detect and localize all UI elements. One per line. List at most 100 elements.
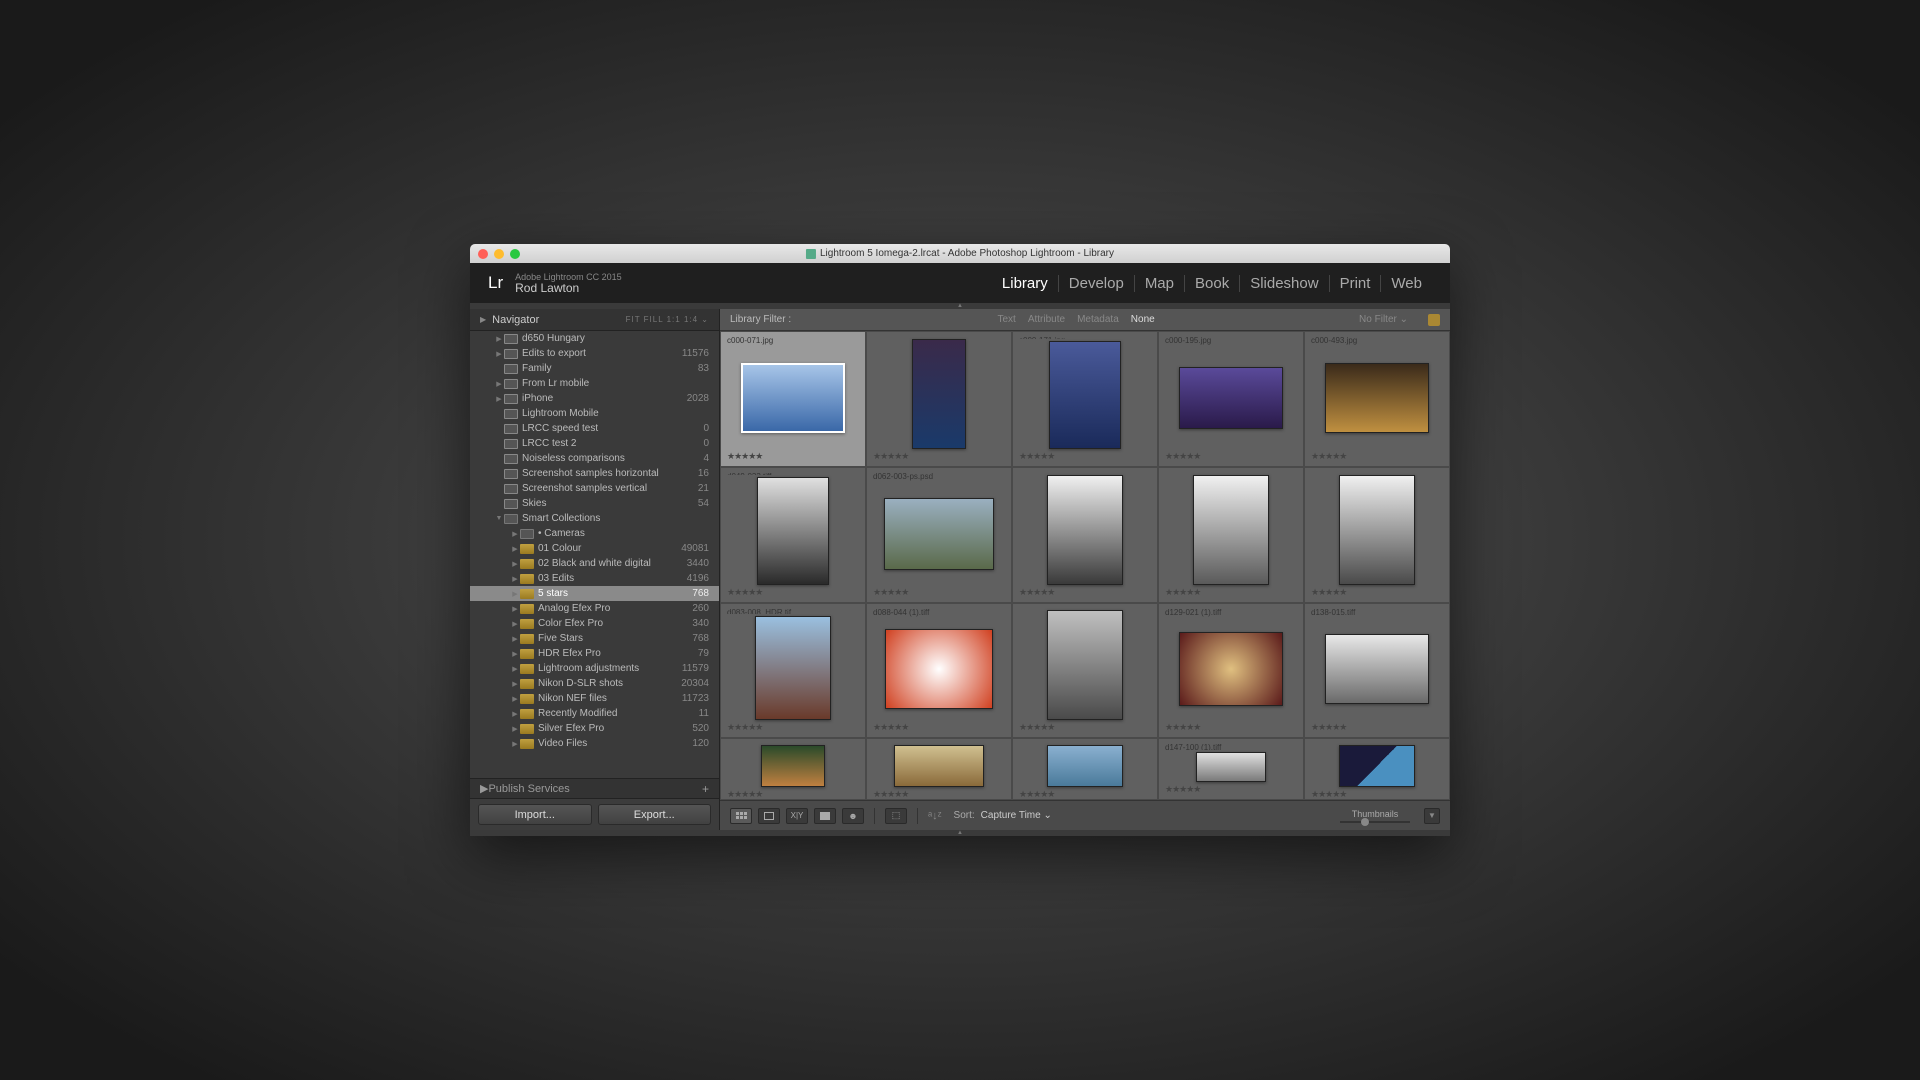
collection-item[interactable]: ▶ Edits to export 11576 xyxy=(470,346,719,361)
people-view-button[interactable]: ☻ xyxy=(842,808,864,824)
loupe-view-button[interactable] xyxy=(758,808,780,824)
thumbnail-cell[interactable]: d088-044 (1).tiff ★★★★★ xyxy=(866,603,1012,739)
painter-tool-button[interactable]: ⬚ xyxy=(885,808,907,824)
filter-metadata[interactable]: Metadata xyxy=(1077,314,1119,325)
collection-item[interactable]: Screenshot samples vertical 21 xyxy=(470,481,719,496)
collection-item[interactable]: ▶ From Lr mobile xyxy=(470,376,719,391)
rating-stars[interactable]: ★★★★★ xyxy=(1165,587,1297,598)
collection-item[interactable]: ▼ Smart Collections xyxy=(470,511,719,526)
rating-stars[interactable]: ★★★★★ xyxy=(1311,451,1443,462)
rating-stars[interactable]: ★★★★★ xyxy=(873,722,1005,733)
filter-attribute[interactable]: Attribute xyxy=(1028,314,1065,325)
collection-item[interactable]: Lightroom Mobile xyxy=(470,406,719,421)
add-publish-service-button[interactable]: + xyxy=(702,782,709,796)
collection-item[interactable]: Noiseless comparisons 4 xyxy=(470,451,719,466)
rating-stars[interactable]: ★★★★★ xyxy=(727,451,859,462)
rating-stars[interactable]: ★★★★★ xyxy=(1165,722,1297,733)
thumbnail-cell[interactable]: d138-015.tiff ★★★★★ xyxy=(1304,603,1450,739)
maximize-window-button[interactable] xyxy=(510,249,520,259)
thumbnail-cell[interactable]: d083-002_HDR.tif ★★★★★ xyxy=(1304,467,1450,603)
filter-preset-dropdown[interactable]: No Filter ⌄ xyxy=(1359,314,1408,325)
module-print[interactable]: Print xyxy=(1329,275,1381,292)
collection-item[interactable]: ▶ 03 Edits 4196 xyxy=(470,571,719,586)
collection-item[interactable]: ▶ Color Efex Pro 340 xyxy=(470,616,719,631)
collection-item[interactable]: ▶ 02 Black and white digital 3440 xyxy=(470,556,719,571)
rating-stars[interactable]: ★★★★★ xyxy=(873,789,1005,800)
collection-item[interactable]: ▶ Video Files 120 xyxy=(470,736,719,751)
collection-item[interactable]: ▶ • Cameras xyxy=(470,526,719,541)
collection-item[interactable]: ▶ Silver Efex Pro 520 xyxy=(470,721,719,736)
thumbnail-cell[interactable]: d146-062.jpg ★★★★★ xyxy=(1012,738,1158,800)
publish-services-header[interactable]: ▶ Publish Services + xyxy=(470,778,719,798)
import-button[interactable]: Import... xyxy=(478,804,592,825)
filter-none[interactable]: None xyxy=(1131,314,1155,325)
close-window-button[interactable] xyxy=(478,249,488,259)
thumbnail-cell[interactable]: d083-008_HDR.tif ★★★★★ xyxy=(720,603,866,739)
compare-view-button[interactable]: X|Y xyxy=(786,808,808,824)
rating-stars[interactable]: ★★★★★ xyxy=(1019,722,1151,733)
thumbnail-cell[interactable]: d147-100 (1).tiff ★★★★★ xyxy=(1158,738,1304,800)
module-develop[interactable]: Develop xyxy=(1058,275,1134,292)
module-web[interactable]: Web xyxy=(1380,275,1432,292)
rating-stars[interactable]: ★★★★★ xyxy=(1019,451,1151,462)
module-book[interactable]: Book xyxy=(1184,275,1239,292)
navigator-panel-header[interactable]: ▶ Navigator FIT FILL 1:1 1:4 ⌄ xyxy=(470,309,719,331)
filter-text[interactable]: Text xyxy=(997,314,1015,325)
sort-dropdown[interactable]: Capture Time ⌄ xyxy=(981,810,1052,821)
rating-stars[interactable]: ★★★★★ xyxy=(727,587,859,598)
module-slideshow[interactable]: Slideshow xyxy=(1239,275,1328,292)
thumbnail-cell[interactable]: d049-033.tiff ★★★★★ xyxy=(720,467,866,603)
thumbnail-cell[interactable]: c000-165.jpg ★★★★★ xyxy=(866,331,1012,467)
collection-item[interactable]: Family 83 xyxy=(470,361,719,376)
rating-stars[interactable]: ★★★★★ xyxy=(1019,587,1151,598)
collection-item[interactable]: LRCC speed test 0 xyxy=(470,421,719,436)
thumbnail-grid[interactable]: c000-071.jpg ★★★★★c000-165.jpg ★★★★★ c000… xyxy=(720,331,1450,800)
collection-item[interactable]: ▶ Nikon D-SLR shots 20304 xyxy=(470,676,719,691)
rating-stars[interactable]: ★★★★★ xyxy=(1165,784,1297,795)
rating-stars[interactable]: ★★★★★ xyxy=(727,722,859,733)
thumbnail-cell[interactable]: d146-045.jpg ★★★★★ xyxy=(866,738,1012,800)
thumbnail-cell[interactable]: d147-159.jpg ★★★★★ xyxy=(1304,738,1450,800)
collection-item[interactable]: ▶ Analog Efex Pro 260 xyxy=(470,601,719,616)
thumbnail-cell[interactable]: c000-493.jpg ★★★★★ xyxy=(1304,331,1450,467)
collection-item[interactable]: ▶ d650 Hungary xyxy=(470,331,719,346)
sort-direction-button[interactable]: ᵃ↓ᶻ xyxy=(928,810,942,822)
collection-item[interactable]: ▶ 01 Colour 49081 xyxy=(470,541,719,556)
thumbnail-cell[interactable]: d062-003-ps.psd ★★★★★ xyxy=(866,467,1012,603)
thumbnail-cell[interactable]: c000-195.jpg ★★★★★ xyxy=(1158,331,1304,467)
thumbnail-cell[interactable]: d088-050.psd ★★★★★ xyxy=(1012,603,1158,739)
toolbar-options-button[interactable]: ▼ xyxy=(1424,808,1440,824)
thumbnail-cell[interactable]: d083-058_HDR_2.tif ★★★★★ xyxy=(1012,467,1158,603)
thumbnail-size-slider[interactable] xyxy=(1340,821,1410,823)
filmstrip-toggle[interactable]: ▲ xyxy=(470,830,1450,836)
thumbnail-cell[interactable]: c000-071.jpg ★★★★★ xyxy=(720,331,866,467)
thumbnail-cell[interactable]: d143-023.jpg ★★★★★ xyxy=(720,738,866,800)
collection-item[interactable]: ▶ HDR Efex Pro 79 xyxy=(470,646,719,661)
rating-stars[interactable]: ★★★★★ xyxy=(1311,722,1443,733)
rating-stars[interactable]: ★★★★★ xyxy=(1311,587,1443,598)
survey-view-button[interactable] xyxy=(814,808,836,824)
rating-stars[interactable]: ★★★★★ xyxy=(727,789,859,800)
export-button[interactable]: Export... xyxy=(598,804,712,825)
rating-stars[interactable]: ★★★★★ xyxy=(1019,789,1151,800)
rating-stars[interactable]: ★★★★★ xyxy=(1165,451,1297,462)
rating-stars[interactable]: ★★★★★ xyxy=(1311,789,1443,800)
filter-lock-icon[interactable] xyxy=(1428,314,1440,326)
thumbnail-cell[interactable]: d083-001_HDR.tif ★★★★★ xyxy=(1158,467,1304,603)
grid-view-button[interactable] xyxy=(730,808,752,824)
collection-item[interactable]: LRCC test 2 0 xyxy=(470,436,719,451)
collection-item[interactable]: ▶ Nikon NEF files 11723 xyxy=(470,691,719,706)
module-library[interactable]: Library xyxy=(992,275,1058,292)
collection-item[interactable]: Screenshot samples horizontal 16 xyxy=(470,466,719,481)
collection-item[interactable]: ▶ Five Stars 768 xyxy=(470,631,719,646)
module-map[interactable]: Map xyxy=(1134,275,1184,292)
collection-item[interactable]: ▶ iPhone 2028 xyxy=(470,391,719,406)
thumbnail-cell[interactable]: d129-021 (1).tiff ★★★★★ xyxy=(1158,603,1304,739)
collection-item[interactable]: ▶ Lightroom adjustments 11579 xyxy=(470,661,719,676)
collection-item[interactable]: Skies 54 xyxy=(470,496,719,511)
collections-list[interactable]: ▶ d650 Hungary ▶ Edits to export 11576 F… xyxy=(470,331,719,778)
navigator-zoom-options[interactable]: FIT FILL 1:1 1:4 ⌄ xyxy=(626,315,709,324)
minimize-window-button[interactable] xyxy=(494,249,504,259)
rating-stars[interactable]: ★★★★★ xyxy=(873,587,1005,598)
rating-stars[interactable]: ★★★★★ xyxy=(873,451,1005,462)
